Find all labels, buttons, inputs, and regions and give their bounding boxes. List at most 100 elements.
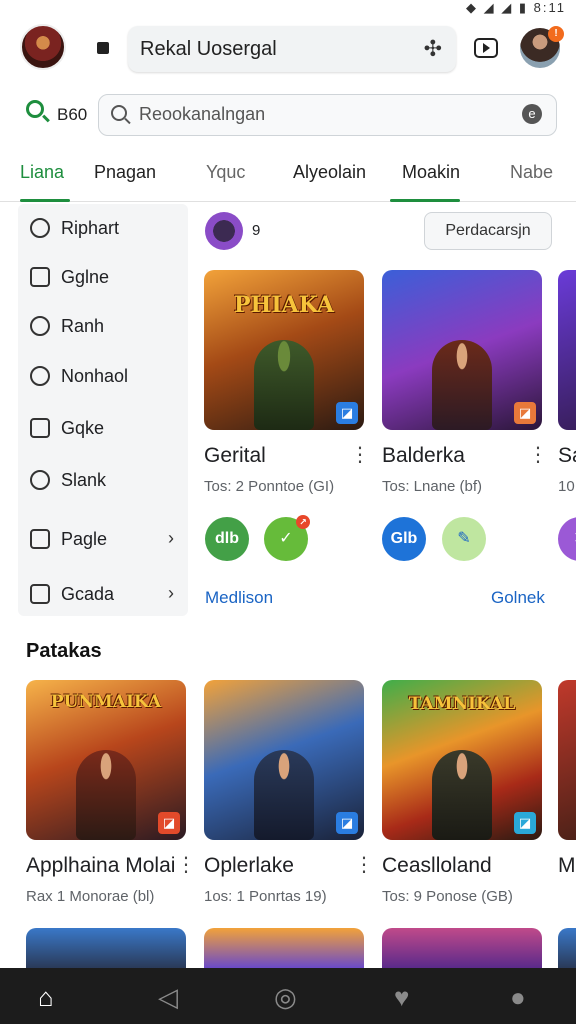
link-medlison[interactable]: Medlison <box>205 588 273 608</box>
notification-badge: ! <box>548 26 564 42</box>
sidebar-item-riphart[interactable]: Riphart <box>18 210 188 250</box>
game-card-partial[interactable]: Sa 10 <box>558 270 576 500</box>
game-thumbnail[interactable]: PUNMAIKA ◪ <box>26 680 186 840</box>
profile-icon[interactable]: ● <box>510 982 526 1013</box>
back-icon[interactable]: ◁ <box>158 982 178 1013</box>
game-card-ceaslloland[interactable]: TAMNIKAL ◪ Ceaslloland Tos: 9 Ponose (GB… <box>382 680 552 910</box>
search-icon[interactable] <box>26 100 44 118</box>
app-avatar[interactable] <box>20 24 66 70</box>
title-box[interactable]: Rekal Uosergal ✣ <box>128 26 456 72</box>
game-name: Ceaslloland <box>382 854 492 877</box>
library-icon <box>30 267 50 287</box>
face-icon <box>30 584 50 604</box>
sidebar-item-ranh[interactable]: Ranh <box>18 308 188 348</box>
status-icons: ◆ ◢ ◢ ▮ 8:11 <box>466 0 566 15</box>
sidebar-item-nonhaol[interactable]: Nonhaol <box>18 358 188 398</box>
top-bar: Rekal Uosergal ✣ ! <box>0 18 576 80</box>
more-options-icon[interactable]: ⋮ <box>350 442 370 467</box>
sidebar-item-gglne[interactable]: Gglne <box>18 259 188 299</box>
heart-icon <box>30 316 50 336</box>
sidebar-item-label: Nonhaol <box>61 366 129 386</box>
search-row: B60 e <box>0 92 576 138</box>
game-card-partial-2[interactable]: M <box>558 680 576 910</box>
app-badge-bars[interactable]: Glb <box>382 517 426 561</box>
featured-action-button[interactable]: Perdacarsjn <box>424 212 552 250</box>
game-thumbnail[interactable] <box>558 680 576 840</box>
sidebar-item-label: Slank <box>61 470 107 490</box>
search-box[interactable]: e <box>98 94 557 136</box>
thumbnail-title: TAMNIKAL <box>408 694 516 714</box>
tab-alyeolain[interactable]: Alyeolain <box>293 162 366 202</box>
game-thumbnail[interactable]: PHIAKA ◪ <box>204 270 364 430</box>
store-badge-icon: ◪ <box>514 402 536 424</box>
app-badge-pen[interactable]: ✎ <box>442 517 486 561</box>
home-icon[interactable]: ⌂ <box>38 982 54 1013</box>
chevron-right-icon: › <box>168 583 174 603</box>
shield-icon <box>30 470 50 490</box>
game-name: Applhaina Molai <box>26 854 176 877</box>
game-thumbnail-peek[interactable] <box>382 928 542 968</box>
game-thumbnail[interactable]: ◪ <box>204 680 364 840</box>
heart-nav-icon[interactable]: ♥ <box>394 982 409 1013</box>
more-options-icon[interactable]: ⋮ <box>528 442 548 467</box>
sidebar-item-label: Gqke <box>61 418 105 438</box>
search-badge-icon[interactable]: e <box>522 104 542 124</box>
store-badge-icon: ◪ <box>158 812 180 834</box>
chevron-right-icon: › <box>168 528 174 548</box>
game-name: M <box>558 854 576 877</box>
featured-count: 9 <box>252 222 261 239</box>
more-options-icon[interactable]: ⋮ <box>176 852 196 877</box>
sidebar: Riphart Gglne Ranh Nonhaol Gqke Slank Pa… <box>18 204 188 616</box>
search-input[interactable] <box>139 104 499 125</box>
game-thumbnail-peek[interactable] <box>26 928 186 968</box>
game-card-oplerlake[interactable]: ◪ Oplerlake ⋮ 1os: 1 Ponrtas 19) <box>204 680 374 910</box>
more-options-icon[interactable]: ⋮ <box>354 852 374 877</box>
game-subtitle: Rax 1 Monorae (bl) <box>26 888 155 905</box>
bottom-navigation: ⌂ ◁ ◎ ♥ ● <box>0 968 576 1024</box>
sidebar-item-label: Gcada <box>61 584 115 604</box>
menu-square-icon[interactable] <box>97 42 109 54</box>
game-card-balderka[interactable]: ◪ Balderka ⋮ Tos: Lnane (bf) <box>382 270 552 500</box>
game-thumbnail[interactable] <box>558 270 576 430</box>
thumbnail-title: PHIAKA <box>234 292 334 318</box>
clock-icon <box>30 366 50 386</box>
camera-icon <box>30 529 50 549</box>
status-time: 8:11 <box>533 0 566 15</box>
game-name: Sa <box>558 444 576 467</box>
game-thumbnail-peek[interactable] <box>558 928 576 968</box>
game-thumbnail[interactable]: TAMNIKAL ◪ <box>382 680 542 840</box>
sidebar-item-slank[interactable]: Slank <box>18 462 188 502</box>
tab-moakin[interactable]: Moakin <box>390 162 460 202</box>
sidebar-item-gqke[interactable]: Gqke <box>18 410 188 450</box>
link-golnek[interactable]: Golnek <box>491 588 545 608</box>
game-subtitle: Tos: 2 Ponntoe (GI) <box>204 478 335 495</box>
search-code: B60 <box>57 105 88 124</box>
category-tabs: Liana Pnagan Yquc Alyeolain Moakin Nabe <box>0 150 576 202</box>
game-card-applhaina[interactable]: PUNMAIKA ◪ Applhaina Molai ⋮ Rax 1 Monor… <box>26 680 196 910</box>
tab-yquc[interactable]: Yquc <box>206 162 245 202</box>
sidebar-item-gcada[interactable]: Gcada › <box>18 576 188 616</box>
section-title: Patakas <box>26 640 102 662</box>
play-icon[interactable] <box>474 38 498 58</box>
game-name: Balderka <box>382 444 465 467</box>
puzzle-icon[interactable]: ✣ <box>424 36 442 62</box>
sidebar-item-label: Ranh <box>61 316 105 336</box>
game-card-gerital[interactable]: PHIAKA ◪ Gerital ⋮ Tos: 2 Ponntoe (GI) <box>204 270 374 500</box>
store-badge-icon: ◪ <box>336 402 358 424</box>
game-name: Gerital <box>204 444 266 467</box>
app-badge-chart[interactable]: dlb <box>205 517 249 561</box>
game-subtitle: 10 <box>558 478 575 495</box>
tab-pnagan[interactable]: Pnagan <box>94 162 156 202</box>
app-title: Rekal Uosergal <box>140 38 277 60</box>
mini-app-icon[interactable] <box>205 212 243 250</box>
game-thumbnail[interactable]: ◪ <box>382 270 542 430</box>
tab-nabe[interactable]: Nabe <box>510 162 553 202</box>
tab-liana[interactable]: Liana <box>20 162 70 202</box>
badge-dot: ↗ <box>296 515 310 529</box>
sidebar-item-pagle[interactable]: Pagle › <box>18 521 188 561</box>
app-badge-partial[interactable]: ✕ <box>558 517 576 561</box>
circle-home-icon[interactable]: ◎ <box>274 982 297 1013</box>
game-thumbnail-peek[interactable] <box>204 928 364 968</box>
store-badge-icon: ◪ <box>514 812 536 834</box>
featured-header: 9 Perdacarsjn <box>205 212 575 252</box>
